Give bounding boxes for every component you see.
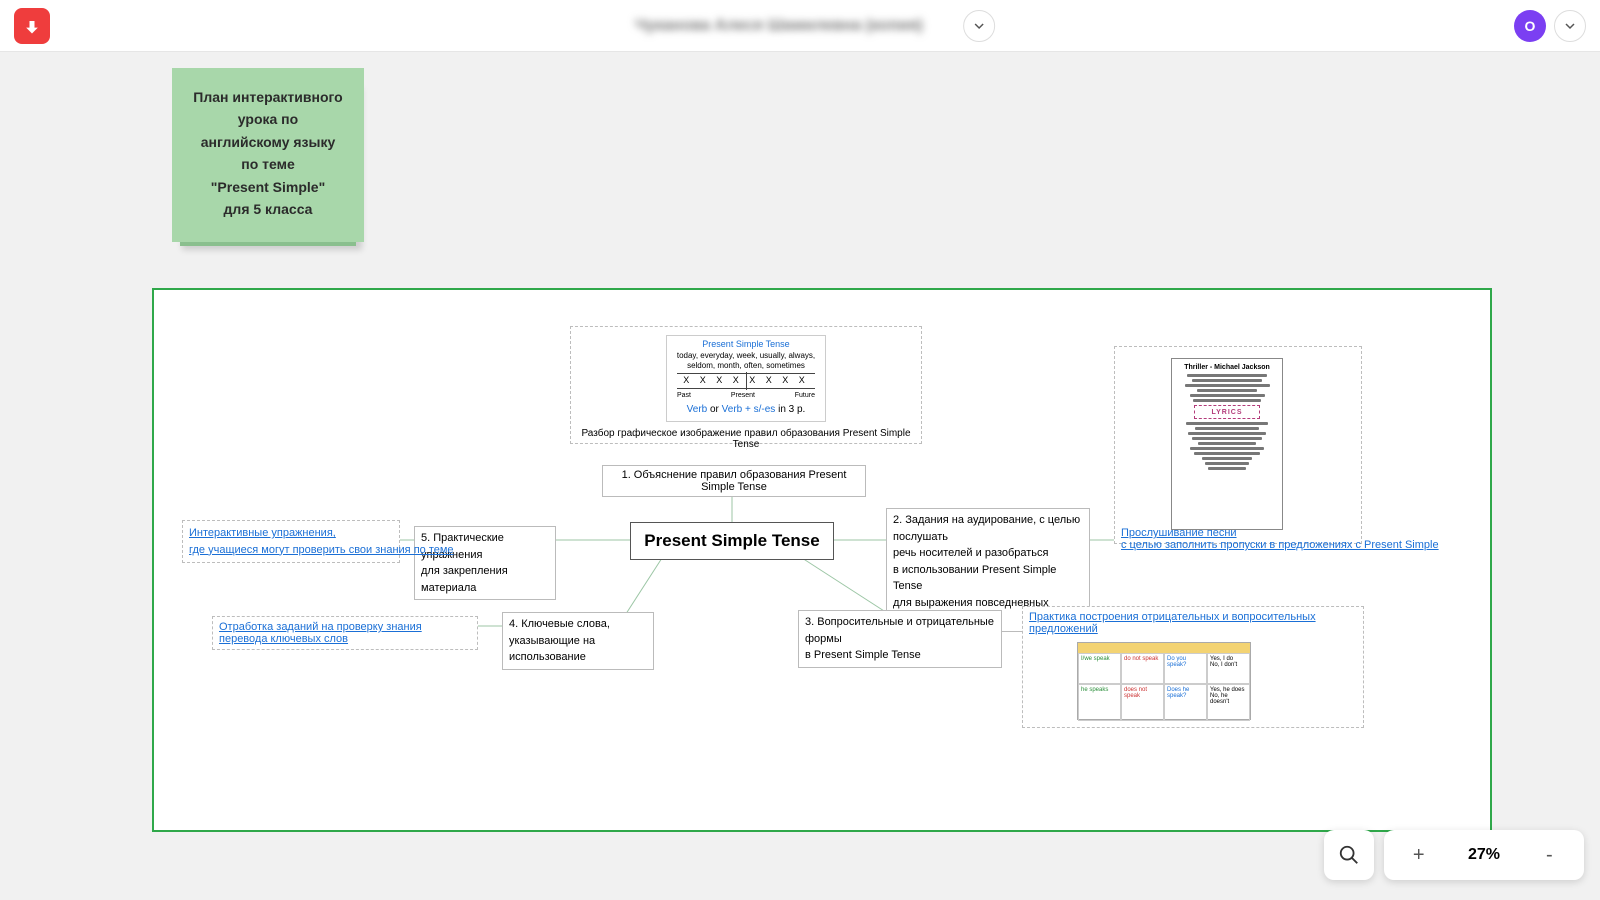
lyrics-title: Thriller - Michael Jackson bbox=[1177, 364, 1277, 371]
node-4-link[interactable]: Отработка заданий на проверку знания пер… bbox=[219, 621, 422, 645]
doc-title: Чуканова Алеся Шамилевна (копия) bbox=[605, 17, 953, 35]
node-2-line: речь носителей и разобраться bbox=[893, 545, 1083, 562]
node-3-line: в Present Simple Tense bbox=[805, 647, 995, 664]
node-5-link-l1[interactable]: Интерактивные упражнения, bbox=[189, 525, 393, 542]
verb-a: Verb bbox=[687, 404, 708, 415]
search-icon bbox=[1338, 844, 1360, 866]
forms-table-thumbnail: I/we speak do not speak Do you speak? Ye… bbox=[1077, 642, 1251, 720]
verb-b: Verb + s/-es bbox=[722, 404, 776, 415]
node-5[interactable]: 5. Практические упражнения для закреплен… bbox=[414, 526, 556, 600]
node-4-attachment[interactable]: Отработка заданий на проверку знания пер… bbox=[212, 616, 478, 650]
sticky-line: английскому языку bbox=[186, 131, 350, 153]
avatar[interactable]: О bbox=[1514, 10, 1546, 42]
search-button[interactable] bbox=[1324, 830, 1374, 880]
lbl-present: Present bbox=[731, 391, 755, 400]
lyrics-thumbnail: Thriller - Michael Jackson LYRICS bbox=[1171, 358, 1283, 530]
node-rules-container[interactable]: Present Simple Tense today, everyday, we… bbox=[570, 326, 922, 444]
node-2-line: 2. Задания на аудирование, с целью послу… bbox=[893, 512, 1083, 545]
zoom-value[interactable]: 27% bbox=[1468, 846, 1500, 864]
thumb-timeline: X X X X X X X X bbox=[677, 373, 815, 389]
node-1[interactable]: 1. Объяснение правил образования Present… bbox=[602, 465, 866, 497]
sticky-line: по теме bbox=[186, 153, 350, 175]
zoom-in-button[interactable]: + bbox=[1399, 844, 1439, 867]
node-2-line: в использовании Present Simple Tense bbox=[893, 562, 1083, 595]
node-3[interactable]: 3. Вопросительные и отрицательные формы … bbox=[798, 610, 1002, 668]
node-3-line: 3. Вопросительные и отрицательные формы bbox=[805, 614, 995, 647]
app-logo[interactable] bbox=[14, 8, 50, 44]
node-4-line: указывающие на использование bbox=[509, 633, 647, 666]
thumb-time-labels: Past Present Future bbox=[671, 391, 821, 400]
sticky-line: "Present Simple" bbox=[186, 176, 350, 198]
logo-icon bbox=[22, 16, 42, 36]
node-3-link[interactable]: Практика построения отрицательных и вопр… bbox=[1029, 611, 1357, 635]
doc-title-area: Чуканова Алеся Шамилевна (копия) bbox=[605, 10, 995, 42]
top-bar: Чуканова Алеся Шамилевна (копия) О bbox=[0, 0, 1600, 52]
user-menu-button[interactable] bbox=[1554, 10, 1586, 42]
rules-thumbnail: Present Simple Tense today, everyday, we… bbox=[666, 335, 826, 422]
doc-menu-button[interactable] bbox=[963, 10, 995, 42]
chevron-down-icon bbox=[1564, 20, 1576, 32]
verb-tail: in 3 p. bbox=[775, 404, 805, 415]
lyrics-badge: LYRICS bbox=[1194, 405, 1260, 419]
node-4-line: 4. Ключевые слова, bbox=[509, 616, 647, 633]
lbl-future: Future bbox=[795, 391, 815, 400]
thumb-title: Present Simple Tense bbox=[671, 339, 821, 351]
zoom-out-button[interactable]: - bbox=[1529, 844, 1569, 867]
node-4[interactable]: 4. Ключевые слова, указывающие на исполь… bbox=[502, 612, 654, 670]
central-node[interactable]: Present Simple Tense bbox=[630, 522, 834, 560]
rules-caption: Разбор графическое изображение правил об… bbox=[571, 426, 921, 452]
node-2-link-l2[interactable]: с целью заполнить пропуски в предложения… bbox=[1121, 539, 1355, 551]
sticky-note[interactable]: План интерактивного урока по английскому… bbox=[172, 68, 364, 242]
thumb-adverbs: today, everyday, week, usually, always, … bbox=[671, 351, 821, 372]
thumb-verb-rule: Verb or Verb + s/-es in 3 p. bbox=[671, 403, 821, 416]
mindmap-frame[interactable]: Present Simple Tense today, everyday, we… bbox=[152, 288, 1492, 832]
node-5-link-l2[interactable]: где учащиеся могут проверить свои знания… bbox=[189, 542, 393, 559]
sticky-line: для 5 класса bbox=[186, 198, 350, 220]
sticky-line: урока по bbox=[186, 108, 350, 130]
zoom-control: + 27% - bbox=[1384, 830, 1584, 880]
verb-or: or bbox=[707, 404, 721, 415]
lbl-past: Past bbox=[677, 391, 691, 400]
node-5-attachment[interactable]: Интерактивные упражнения, где учащиеся м… bbox=[182, 520, 400, 563]
sticky-line: План интерактивного bbox=[186, 86, 350, 108]
node-5-line: для закрепления материала bbox=[421, 563, 549, 596]
chevron-down-icon bbox=[973, 20, 985, 32]
